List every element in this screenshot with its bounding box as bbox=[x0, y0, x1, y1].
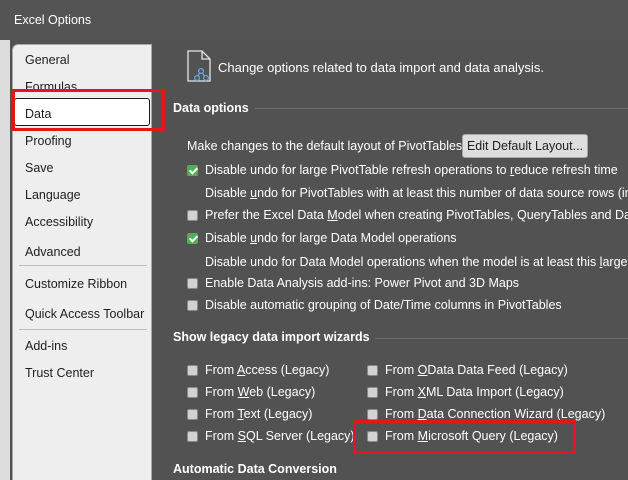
sidebar-item-accessibility[interactable]: Accessibility bbox=[25, 215, 93, 229]
page-header-text: Change options related to data import an… bbox=[218, 60, 544, 75]
section-title-automatic-data-conversion: Automatic Data Conversion bbox=[173, 462, 337, 476]
checkbox[interactable] bbox=[187, 300, 198, 311]
main-panel: Change options related to data import an… bbox=[160, 40, 628, 480]
default-layout-label: Make changes to the default layout of Pi… bbox=[187, 139, 466, 153]
section-divider bbox=[375, 338, 628, 339]
checkbox-checked[interactable] bbox=[187, 233, 198, 244]
checkbox-checked[interactable] bbox=[187, 165, 198, 176]
checkbox[interactable] bbox=[187, 210, 198, 221]
window-title: Excel Options bbox=[14, 13, 92, 27]
sidebar-item-save[interactable]: Save bbox=[25, 161, 54, 175]
sidebar-nav: General Formulas Data Proofing Save Lang… bbox=[12, 44, 152, 480]
data-page-icon bbox=[185, 50, 215, 85]
checkbox[interactable] bbox=[187, 431, 198, 442]
checkbox[interactable] bbox=[187, 278, 198, 289]
section-divider bbox=[255, 108, 628, 109]
background-window-strip bbox=[0, 40, 10, 480]
checkbox[interactable] bbox=[187, 387, 198, 398]
sidebar-separator bbox=[19, 265, 147, 266]
edit-default-layout-button[interactable]: Edit Default Layout... bbox=[462, 134, 588, 158]
sidebar-item-data[interactable]: Data bbox=[25, 107, 51, 121]
checkbox[interactable] bbox=[367, 409, 378, 420]
checkbox[interactable] bbox=[367, 365, 378, 376]
sidebar-item-formulas[interactable]: Formulas bbox=[25, 80, 77, 94]
sidebar-item-trust-center[interactable]: Trust Center bbox=[25, 366, 94, 380]
section-title-legacy-wizards: Show legacy data import wizards bbox=[173, 330, 370, 344]
checkbox[interactable] bbox=[187, 409, 198, 420]
sidebar-item-language[interactable]: Language bbox=[25, 188, 81, 202]
checkbox[interactable] bbox=[187, 365, 198, 376]
sidebar-separator bbox=[19, 329, 147, 330]
title-bar: Excel Options bbox=[0, 0, 628, 40]
sidebar-item-add-ins[interactable]: Add-ins bbox=[25, 339, 67, 353]
checkbox[interactable] bbox=[367, 387, 378, 398]
sidebar-item-quick-access-toolbar[interactable]: Quick Access Toolbar bbox=[25, 307, 144, 321]
sidebar-item-customize-ribbon[interactable]: Customize Ribbon bbox=[25, 277, 127, 291]
sidebar-item-advanced[interactable]: Advanced bbox=[25, 245, 81, 259]
section-title-data-options: Data options bbox=[173, 101, 249, 115]
sidebar-item-proofing[interactable]: Proofing bbox=[25, 134, 72, 148]
excel-options-dialog: Excel Options General Formulas Data Proo… bbox=[0, 0, 628, 480]
sidebar-item-general[interactable]: General bbox=[25, 53, 69, 67]
checkbox[interactable] bbox=[367, 431, 378, 442]
